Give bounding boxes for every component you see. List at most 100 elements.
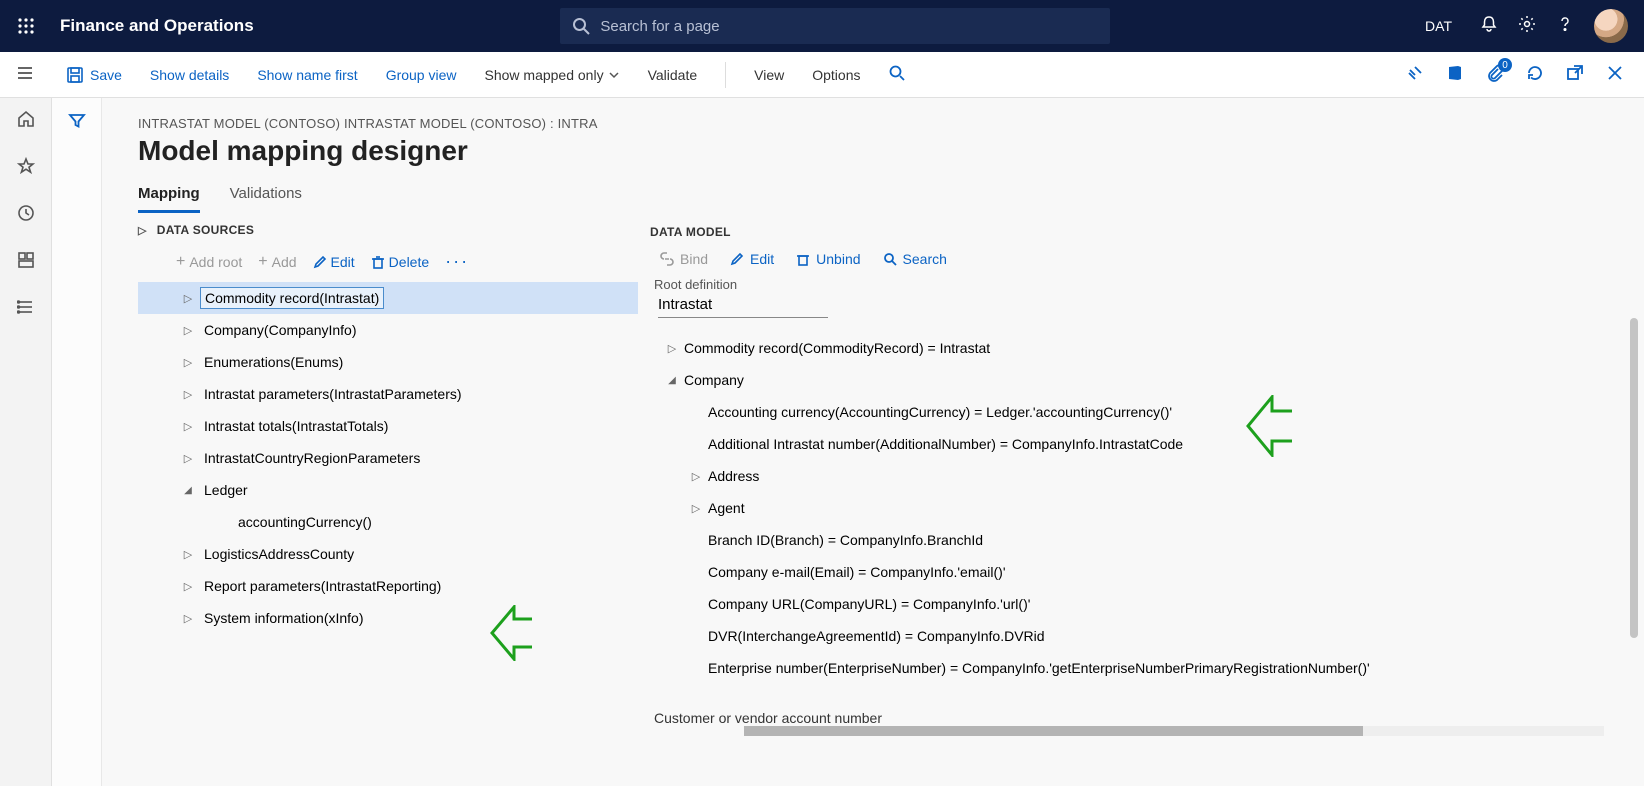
dm-tree-label: Commodity record(CommodityRecord) = Intr… (684, 340, 990, 356)
workspaces-icon[interactable] (17, 251, 35, 274)
save-button[interactable]: Save (66, 66, 122, 84)
group-view-button[interactable]: Group view (386, 67, 457, 83)
attachment-badge: 0 (1498, 58, 1512, 72)
ds-delete-button[interactable]: Delete (371, 254, 429, 270)
ds-tree-label: Ledger (200, 480, 252, 500)
refresh-icon[interactable] (1526, 64, 1544, 85)
ds-tree-row[interactable]: ▷Enumerations(Enums) (138, 346, 638, 378)
close-icon[interactable] (1606, 64, 1624, 85)
dm-tree-row[interactable]: Accounting currency(AccountingCurrency) … (650, 396, 1644, 428)
ds-tree-row[interactable]: ◢Ledger (138, 474, 638, 506)
chevron-right-icon[interactable]: ▷ (176, 292, 200, 305)
tab-validations[interactable]: Validations (230, 185, 302, 213)
notifications-icon[interactable] (1480, 15, 1498, 38)
dm-title: DATA MODEL (650, 225, 1644, 239)
chevron-right-icon[interactable]: ▷ (176, 548, 200, 561)
chevron-right-icon[interactable]: ▷ (176, 324, 200, 337)
chevron-down-icon[interactable]: ◢ (176, 485, 200, 496)
dm-tree-row[interactable]: Company e-mail(Email) = CompanyInfo.'ema… (650, 556, 1644, 588)
ds-tree-row[interactable]: ▷System information(xInfo) (138, 602, 638, 634)
filter-icon[interactable] (68, 112, 86, 786)
ds-tree-label: Report parameters(IntrastatReporting) (200, 576, 445, 596)
show-name-first-button[interactable]: Show name first (257, 67, 357, 83)
dm-tree-row[interactable]: Additional Intrastat number(AdditionalNu… (650, 428, 1644, 460)
show-details-button[interactable]: Show details (150, 67, 229, 83)
options-menu[interactable]: Options (812, 67, 860, 83)
ds-tree-label: IntrastatCountryRegionParameters (200, 448, 424, 468)
link-icon[interactable] (1406, 64, 1424, 85)
ds-tree-label: LogisticsAddressCounty (200, 544, 358, 564)
dm-tree-label: Branch ID(Branch) = CompanyInfo.BranchId (708, 532, 983, 548)
dm-search-button[interactable]: Search (883, 251, 947, 267)
chevron-right-icon[interactable]: ▷ (660, 342, 684, 355)
ds-tree-row[interactable]: ▷IntrastatCountryRegionParameters (138, 442, 638, 474)
chevron-right-icon[interactable]: ▷ (684, 470, 708, 483)
dm-edit-button[interactable]: Edit (730, 251, 774, 267)
product-name: Finance and Operations (52, 16, 254, 36)
global-search[interactable]: Search for a page (560, 8, 1110, 44)
ds-more-icon[interactable]: ··· (445, 251, 469, 272)
dm-tree-row[interactable]: Company URL(CompanyURL) = CompanyInfo.'u… (650, 588, 1644, 620)
modules-icon[interactable] (17, 298, 35, 321)
ds-collapse-icon[interactable]: ▷ (138, 224, 147, 237)
breadcrumb: INTRASTAT MODEL (CONTOSO) INTRASTAT MODE… (138, 116, 1644, 131)
ds-edit-button[interactable]: Edit (313, 254, 355, 270)
dm-tree-row[interactable]: ▷Address (650, 460, 1644, 492)
ds-tree-row[interactable]: ▷Intrastat parameters(IntrastatParameter… (138, 378, 638, 410)
nav-toggle-icon[interactable] (16, 64, 34, 85)
add-root-button: +Add root (176, 253, 242, 271)
ds-tree-label: accountingCurrency() (234, 512, 376, 532)
recent-icon[interactable] (17, 204, 35, 227)
dm-tree-row[interactable]: ◢Company (650, 364, 1644, 396)
data-model-panel: DATA MODEL Bind Edit Unbind Search Root … (638, 223, 1644, 743)
chevron-right-icon[interactable]: ▷ (684, 502, 708, 515)
chevron-right-icon[interactable]: ▷ (176, 612, 200, 625)
ds-tree-row[interactable]: ▷LogisticsAddressCounty (138, 538, 638, 570)
search-action-icon[interactable] (888, 64, 906, 85)
dm-tree-label: Additional Intrastat number(AdditionalNu… (708, 436, 1183, 452)
chevron-right-icon[interactable]: ▷ (176, 420, 200, 433)
dm-tree-row[interactable]: Enterprise number(EnterpriseNumber) = Co… (650, 652, 1644, 684)
dm-tree-row[interactable]: ▷Commodity record(CommodityRecord) = Int… (650, 332, 1644, 364)
help-icon[interactable] (1556, 15, 1574, 38)
root-definition-value[interactable]: Intrastat (658, 296, 828, 318)
view-menu[interactable]: View (754, 67, 784, 83)
ds-tree-label: Intrastat parameters(IntrastatParameters… (200, 384, 466, 404)
ds-tree-label: System information(xInfo) (200, 608, 368, 628)
vertical-scrollbar[interactable] (1628, 318, 1640, 678)
tab-strip: Mapping Validations (138, 185, 1644, 213)
chevron-right-icon[interactable]: ▷ (176, 452, 200, 465)
horizontal-scrollbar[interactable] (744, 726, 1604, 736)
company-indicator[interactable]: DAT (1417, 18, 1460, 34)
ds-tree-row[interactable]: ▷Commodity record(Intrastat) (138, 282, 638, 314)
root-definition-label: Root definition (654, 277, 1644, 292)
favorites-icon[interactable] (17, 157, 35, 180)
main-content: INTRASTAT MODEL (CONTOSO) INTRASTAT MODE… (102, 98, 1644, 786)
ds-tree-row[interactable]: ▷Report parameters(IntrastatReporting) (138, 570, 638, 602)
ds-tree-row[interactable]: ▷Intrastat totals(IntrastatTotals) (138, 410, 638, 442)
ds-tree-row[interactable]: ▷Company(CompanyInfo) (138, 314, 638, 346)
popout-icon[interactable] (1566, 64, 1584, 85)
chevron-right-icon[interactable]: ▷ (176, 580, 200, 593)
dm-tree-row[interactable]: DVR(InterchangeAgreementId) = CompanyInf… (650, 620, 1644, 652)
home-icon[interactable] (17, 110, 35, 133)
dm-tree-row[interactable]: ▷Agent (650, 492, 1644, 524)
annotation-arrow-right (1246, 395, 1294, 457)
chevron-right-icon[interactable]: ▷ (176, 356, 200, 369)
tab-mapping[interactable]: Mapping (138, 185, 200, 213)
dm-tree-label: Enterprise number(EnterpriseNumber) = Co… (708, 660, 1370, 676)
dm-tree-row[interactable]: Branch ID(Branch) = CompanyInfo.BranchId (650, 524, 1644, 556)
settings-gear-icon[interactable] (1518, 15, 1536, 38)
app-launcher-icon[interactable] (0, 17, 52, 35)
office-icon[interactable] (1446, 64, 1464, 85)
user-avatar[interactable] (1594, 9, 1628, 43)
attachments-icon[interactable]: 0 (1486, 64, 1504, 85)
ds-title: DATA SOURCES (157, 223, 254, 237)
top-bar: Finance and Operations Search for a page… (0, 0, 1644, 52)
ds-tree-row[interactable]: accountingCurrency() (138, 506, 638, 538)
chevron-right-icon[interactable]: ▷ (176, 388, 200, 401)
show-mapped-only-dropdown[interactable]: Show mapped only (485, 67, 620, 83)
chevron-down-icon[interactable]: ◢ (660, 375, 684, 386)
unbind-button[interactable]: Unbind (796, 251, 860, 267)
validate-button[interactable]: Validate (648, 67, 698, 83)
